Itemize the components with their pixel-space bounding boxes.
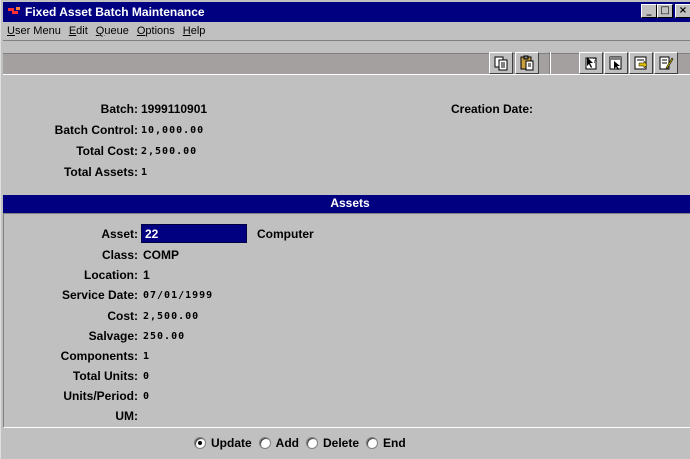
components-value[interactable]: 1 bbox=[143, 351, 150, 362]
app-icon[interactable] bbox=[7, 5, 23, 19]
window-controls: _ □ × bbox=[641, 4, 690, 18]
asset-description: Computer bbox=[257, 227, 314, 241]
maximize-button[interactable]: □ bbox=[657, 4, 673, 18]
help-pointer-button[interactable]: ? bbox=[579, 52, 603, 74]
service-date-label: Service Date: bbox=[61, 288, 138, 302]
class-value[interactable]: COMP bbox=[143, 248, 179, 262]
title-bar[interactable]: Fixed Asset Batch Maintenance _ □ × bbox=[3, 2, 690, 22]
location-label: Location: bbox=[84, 268, 138, 282]
units-period-label: Units/Period: bbox=[63, 389, 138, 403]
radio-delete[interactable]: Delete bbox=[306, 436, 359, 450]
location-value[interactable]: 1 bbox=[143, 268, 150, 282]
asset-input[interactable]: 22 bbox=[141, 224, 247, 243]
app-window: Fixed Asset Batch Maintenance _ □ × User… bbox=[0, 0, 690, 459]
menu-options[interactable]: Options bbox=[133, 25, 179, 37]
batch-value[interactable]: 1999110901 bbox=[141, 102, 207, 116]
radio-delete-indicator[interactable] bbox=[306, 437, 318, 449]
minimize-icon: _ bbox=[646, 5, 652, 16]
paste-button[interactable] bbox=[515, 52, 539, 74]
total-cost-value[interactable]: 2,500.00 bbox=[141, 146, 197, 157]
total-units-value[interactable]: 0 bbox=[143, 371, 150, 382]
menu-bar: User Menu Edit Queue Options Help bbox=[3, 22, 690, 40]
radio-update-indicator[interactable] bbox=[194, 437, 206, 449]
total-cost-label: Total Cost: bbox=[76, 144, 138, 158]
radio-end-label: End bbox=[383, 436, 406, 450]
help-pointer-icon: ? bbox=[585, 57, 597, 70]
copy-button[interactable] bbox=[489, 52, 513, 74]
cost-label: Cost: bbox=[107, 309, 138, 323]
mode-radio-group: Update Add Delete End bbox=[194, 434, 413, 452]
radio-update[interactable]: Update bbox=[194, 436, 252, 450]
toolbar: ? bbox=[3, 40, 690, 75]
assets-section-header: Assets bbox=[3, 195, 690, 213]
salvage-value[interactable]: 250.00 bbox=[143, 331, 185, 342]
salvage-label: Salvage: bbox=[88, 329, 138, 343]
components-label: Components: bbox=[60, 349, 138, 363]
maximize-icon: □ bbox=[660, 5, 670, 16]
radio-end[interactable]: End bbox=[366, 436, 406, 450]
window-title: Fixed Asset Batch Maintenance bbox=[25, 5, 205, 19]
creation-date-label: Creation Date: bbox=[451, 102, 534, 116]
record-help-icon bbox=[609, 56, 622, 70]
minimize-button[interactable]: _ bbox=[641, 4, 657, 18]
notes-icon bbox=[659, 56, 674, 70]
menu-user-menu[interactable]: User Menu bbox=[3, 25, 65, 37]
radio-update-label: Update bbox=[211, 436, 252, 450]
radio-add-label: Add bbox=[275, 436, 299, 450]
units-period-value[interactable]: 0 bbox=[143, 391, 150, 402]
radio-add[interactable]: Add bbox=[258, 436, 299, 450]
class-label: Class: bbox=[101, 248, 138, 262]
export-icon bbox=[634, 56, 648, 70]
total-units-label: Total Units: bbox=[72, 369, 138, 383]
close-icon: × bbox=[678, 5, 688, 16]
record-help-button[interactable] bbox=[604, 52, 628, 74]
radio-end-indicator[interactable] bbox=[366, 437, 379, 449]
batch-control-value[interactable]: 10,000.00 bbox=[141, 125, 204, 136]
svg-text:?: ? bbox=[593, 57, 597, 65]
export-button[interactable] bbox=[629, 52, 653, 74]
menu-help[interactable]: Help bbox=[179, 25, 210, 37]
menu-queue[interactable]: Queue bbox=[92, 25, 133, 37]
batch-label: Batch: bbox=[100, 102, 138, 116]
service-date-value[interactable]: 07/01/1999 bbox=[143, 290, 213, 301]
copy-icon bbox=[494, 56, 508, 71]
batch-control-label: Batch Control: bbox=[54, 123, 138, 137]
menu-edit[interactable]: Edit bbox=[65, 25, 92, 37]
paste-icon bbox=[520, 55, 534, 71]
radio-add-indicator[interactable] bbox=[258, 437, 271, 449]
asset-label: Asset: bbox=[101, 227, 138, 241]
um-label: UM: bbox=[115, 409, 138, 423]
total-assets-label: Total Assets: bbox=[63, 165, 138, 179]
cost-value[interactable]: 2,500.00 bbox=[143, 311, 199, 322]
total-assets-value[interactable]: 1 bbox=[141, 167, 148, 178]
notes-button[interactable] bbox=[654, 52, 678, 74]
close-button[interactable]: × bbox=[675, 4, 690, 18]
toolbar-separator bbox=[549, 52, 551, 74]
radio-delete-label: Delete bbox=[323, 436, 360, 450]
